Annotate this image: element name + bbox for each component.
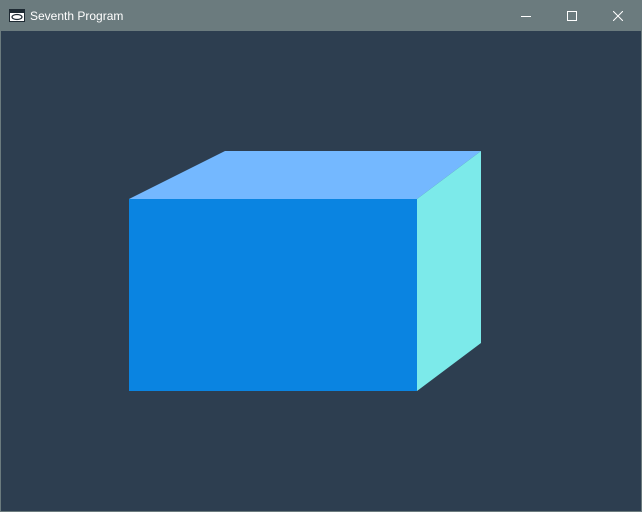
app-window-icon <box>9 9 25 22</box>
close-button[interactable] <box>595 1 641 31</box>
minimize-icon <box>521 16 531 17</box>
box-front-face <box>129 199 417 391</box>
close-icon <box>613 11 623 21</box>
maximize-button[interactable] <box>549 1 595 31</box>
app-window: Seventh Program <box>0 0 642 512</box>
title-bar[interactable]: Seventh Program <box>1 1 641 31</box>
minimize-button[interactable] <box>503 1 549 31</box>
window-title: Seventh Program <box>30 9 124 23</box>
render-viewport[interactable] <box>1 31 641 511</box>
maximize-icon <box>567 11 577 21</box>
scene-canvas <box>1 31 641 511</box>
